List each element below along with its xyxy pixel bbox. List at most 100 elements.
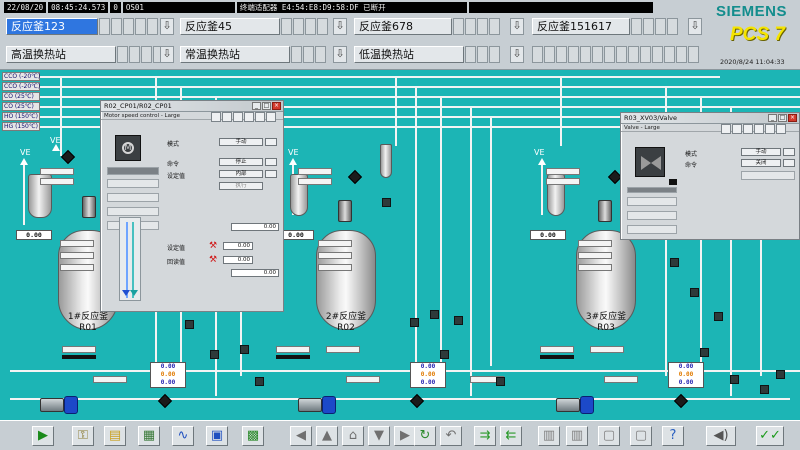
valve[interactable] bbox=[185, 320, 194, 329]
valve[interactable] bbox=[690, 288, 699, 297]
arrow-down-icon[interactable]: ▼ bbox=[368, 426, 390, 446]
valve[interactable] bbox=[730, 375, 739, 384]
mode-button[interactable]: 手动 bbox=[219, 138, 263, 146]
value-stack-1[interactable]: 0.00 0.00 0.00 bbox=[150, 362, 186, 388]
wrench-icon[interactable]: ⚒ bbox=[209, 242, 221, 251]
value-stack-3[interactable]: 0.00 0.00 0.00 bbox=[668, 362, 704, 388]
valve-command-dropdown[interactable] bbox=[783, 159, 795, 167]
mode-dropdown[interactable] bbox=[265, 138, 277, 146]
window-icon[interactable]: ▢ bbox=[598, 426, 620, 446]
valve[interactable] bbox=[347, 169, 363, 185]
alarm-icon[interactable] bbox=[233, 112, 243, 122]
valve-mode-dropdown[interactable] bbox=[783, 148, 795, 156]
faceplate-chip[interactable] bbox=[298, 178, 332, 185]
faceplate-chip[interactable] bbox=[62, 346, 96, 353]
layer-icon[interactable]: ⇉ bbox=[474, 426, 496, 446]
alarm-line[interactable]: 终端适配器 E4:54:E8:D9:58:DF 已断开 bbox=[236, 2, 467, 13]
faceplate-chip[interactable] bbox=[93, 376, 127, 383]
nav-expand-4[interactable]: ⇩ bbox=[688, 18, 702, 35]
pump-2[interactable] bbox=[298, 396, 338, 414]
sp-value[interactable]: 0.00 bbox=[223, 242, 253, 250]
nav-expand-2[interactable]: ⇩ bbox=[333, 18, 347, 35]
valve-faceplate-title[interactable]: R03_XV03/Valve _ □ × bbox=[621, 113, 799, 124]
nav-reactor-151617[interactable]: 反应釜151617 bbox=[532, 18, 630, 35]
valve[interactable] bbox=[410, 318, 419, 327]
nav-expand-1[interactable]: ⇩ bbox=[160, 18, 174, 35]
faceplate-chip[interactable] bbox=[298, 168, 332, 175]
note-icon[interactable] bbox=[765, 124, 775, 134]
back-icon[interactable]: ↶ bbox=[440, 426, 462, 446]
valve[interactable] bbox=[409, 393, 425, 409]
faceplate-chip[interactable] bbox=[346, 376, 380, 383]
faceplate-chip[interactable] bbox=[318, 240, 352, 247]
refresh-icon[interactable]: ↻ bbox=[414, 426, 436, 446]
trend-icon[interactable]: ∿ bbox=[172, 426, 194, 446]
faceplate-chip[interactable] bbox=[578, 240, 612, 247]
trend-icon[interactable] bbox=[222, 112, 232, 122]
arrow-left-icon[interactable]: ◀ bbox=[290, 426, 312, 446]
home-icon[interactable] bbox=[721, 124, 731, 134]
save2-icon[interactable]: ▥ bbox=[566, 426, 588, 446]
lock-icon[interactable] bbox=[754, 124, 764, 134]
acknowledge-icon[interactable]: ✓✓ bbox=[756, 426, 784, 446]
value-display[interactable]: 0.00 bbox=[530, 230, 566, 240]
column-2[interactable] bbox=[380, 144, 392, 178]
faceplate-chip[interactable] bbox=[40, 178, 74, 185]
agitator-motor-1[interactable] bbox=[82, 196, 96, 218]
execute-button[interactable]: 执行 bbox=[219, 182, 263, 190]
valve-faceplate-window[interactable]: R03_XV03/Valve _ □ × Valve - Large 模式 手动 命… bbox=[620, 112, 800, 240]
nav-normal-temp-station[interactable]: 常温换热站 bbox=[180, 46, 290, 63]
readback-value[interactable]: 0.00 bbox=[223, 256, 253, 264]
nav-low-temp-station[interactable]: 低温换热站 bbox=[354, 46, 464, 63]
document-icon[interactable]: ▦ bbox=[138, 426, 160, 446]
window2-icon[interactable]: ▢ bbox=[630, 426, 652, 446]
command-button[interactable]: 停止 bbox=[219, 158, 263, 166]
valve-command-button[interactable]: 关闭 bbox=[741, 159, 781, 167]
alarm-line-2[interactable] bbox=[468, 2, 653, 13]
nav-expand-5[interactable]: ⇩ bbox=[160, 46, 174, 63]
nav-expand-6[interactable]: ⇩ bbox=[333, 46, 347, 63]
nav-high-temp-station[interactable]: 高温换热站 bbox=[6, 46, 116, 63]
faceplate-chip[interactable] bbox=[60, 252, 94, 259]
valve[interactable] bbox=[240, 345, 249, 354]
faceplate-chip[interactable] bbox=[40, 168, 74, 175]
maximize-icon[interactable]: □ bbox=[262, 102, 271, 110]
home-icon[interactable] bbox=[211, 112, 221, 122]
faceplate-chip[interactable] bbox=[60, 240, 94, 247]
valve[interactable] bbox=[714, 312, 723, 321]
nav-expand-7[interactable]: ⇩ bbox=[510, 46, 524, 63]
agitator-motor-3[interactable] bbox=[598, 200, 612, 222]
faceplate-chip[interactable] bbox=[590, 346, 624, 353]
valve[interactable] bbox=[776, 370, 785, 379]
note-icon[interactable] bbox=[255, 112, 265, 122]
motor-faceplate-window[interactable]: R02_CP01/R02_CP01 _ □ × Motor speed contro… bbox=[100, 100, 284, 312]
value-display[interactable]: 0.00 bbox=[16, 230, 52, 240]
valve[interactable] bbox=[430, 310, 439, 319]
valve[interactable] bbox=[673, 393, 689, 409]
faceplate-chip[interactable] bbox=[318, 252, 352, 259]
export-icon[interactable]: ▩ bbox=[242, 426, 264, 446]
valve[interactable] bbox=[454, 316, 463, 325]
faceplate-chip[interactable] bbox=[546, 178, 580, 185]
valve[interactable] bbox=[440, 350, 449, 359]
faceplate-chip[interactable] bbox=[546, 168, 580, 175]
pump-1[interactable] bbox=[40, 396, 80, 414]
arrow-up-icon[interactable]: ▲ bbox=[316, 426, 338, 446]
valve[interactable] bbox=[157, 393, 173, 409]
faceplate-chip[interactable] bbox=[326, 346, 360, 353]
faceplate-chip[interactable] bbox=[60, 264, 94, 271]
nav-reactor-678[interactable]: 反应釜678 bbox=[354, 18, 452, 35]
nav-reactor-123[interactable]: 反应釜123 bbox=[6, 18, 98, 35]
minimize-icon[interactable]: _ bbox=[768, 114, 777, 122]
faceplate-chip[interactable] bbox=[578, 252, 612, 259]
print-icon[interactable] bbox=[776, 124, 786, 134]
faceplate-chip[interactable] bbox=[578, 264, 612, 271]
close-icon[interactable]: × bbox=[272, 102, 281, 110]
help-icon[interactable]: ? bbox=[662, 426, 684, 446]
value-field-2[interactable]: 0.00 bbox=[231, 269, 279, 277]
save-icon[interactable]: ▥ bbox=[538, 426, 560, 446]
valve[interactable] bbox=[210, 350, 219, 359]
layer2-icon[interactable]: ⇇ bbox=[500, 426, 522, 446]
setpoint-dropdown[interactable] bbox=[265, 170, 277, 178]
faceplate-title[interactable]: R02_CP01/R02_CP01 _ □ × bbox=[101, 101, 283, 112]
